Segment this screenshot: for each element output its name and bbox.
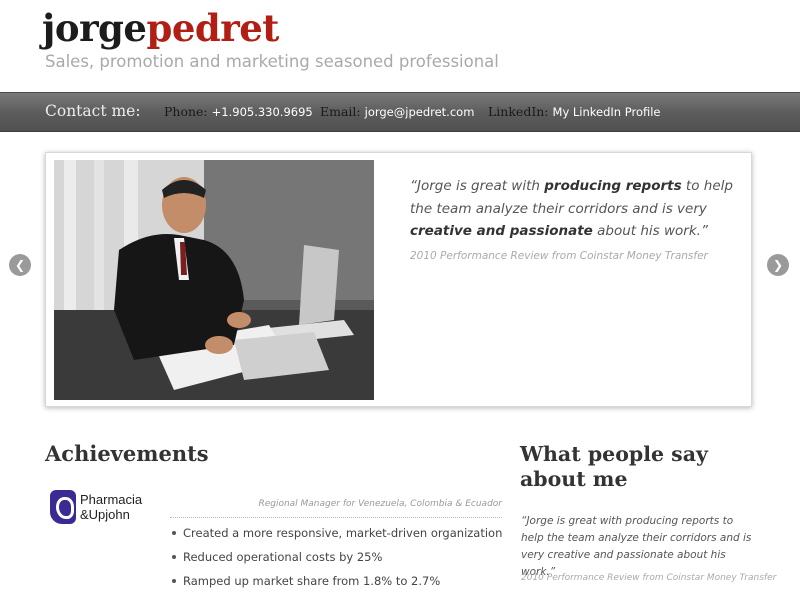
profile-photo: [54, 160, 374, 400]
email-link[interactable]: jorge@jpedret.com: [365, 105, 475, 119]
list-item: Ramped up market share from 1.8% to 2.7%: [168, 574, 502, 598]
contact-bar: Contact me: Phone: +1.905.330.9695 Email…: [0, 92, 800, 132]
email-label: Email:: [320, 104, 361, 119]
email-contact: Email: jorge@jpedret.com: [320, 104, 474, 119]
quote-part-1: “Jorge is great with: [410, 178, 545, 194]
quote-source: 2010 Performance Review from Coinstar Mo…: [410, 250, 708, 262]
testimonial-slider: “Jorge is great with producing reports t…: [45, 152, 752, 407]
logo-first-name: jorge: [42, 6, 147, 50]
list-item: Reduced operational costs by 25%: [168, 550, 502, 574]
site-header: jorgepedret Sales, promotion and marketi…: [0, 0, 800, 92]
phone-contact: Phone: +1.905.330.9695: [164, 104, 313, 119]
featured-quote: “Jorge is great with producing reports t…: [410, 175, 740, 243]
job-role: Regional Manager for Venezuela, Colombia…: [258, 499, 502, 509]
achievements-heading: Achievements: [45, 441, 209, 466]
company-name-line1: Pharmacia: [80, 492, 143, 507]
chevron-right-icon[interactable]: ❯: [767, 254, 789, 276]
testimonial-quote: “Jorge is great with producing reports t…: [521, 515, 752, 578]
quote-emphasis-1: producing reports: [544, 178, 682, 194]
tagline: Sales, promotion and marketing seasoned …: [45, 52, 499, 71]
achievements-list: Created a more responsive, market-driven…: [168, 526, 502, 598]
logo-last-name: pedret: [146, 6, 279, 50]
site-logo[interactable]: jorgepedret: [42, 6, 279, 50]
list-item: Created a more responsive, market-driven…: [168, 526, 502, 550]
divider: [170, 517, 502, 518]
linkedin-label: LinkedIn:: [488, 104, 549, 119]
phone-label: Phone:: [164, 104, 208, 119]
chevron-left-icon[interactable]: ❮: [9, 254, 31, 276]
pharmacia-logo-icon: [50, 490, 76, 524]
company-name-line2: &Upjohn: [80, 507, 130, 522]
quote-part-3: about his work.”: [592, 223, 708, 239]
phone-value[interactable]: +1.905.330.9695: [212, 105, 313, 119]
testimonials-heading: What people say about me: [520, 442, 708, 491]
linkedin-contact: LinkedIn: My LinkedIn Profile: [488, 104, 661, 119]
contact-title: Contact me:: [45, 102, 141, 120]
linkedin-link[interactable]: My LinkedIn Profile: [553, 105, 661, 119]
company-name: Pharmacia &Upjohn: [80, 492, 142, 522]
testimonial-source: 2010 Performance Review from Coinstar Mo…: [521, 573, 777, 583]
quote-emphasis-2: creative and passionate: [410, 223, 593, 239]
